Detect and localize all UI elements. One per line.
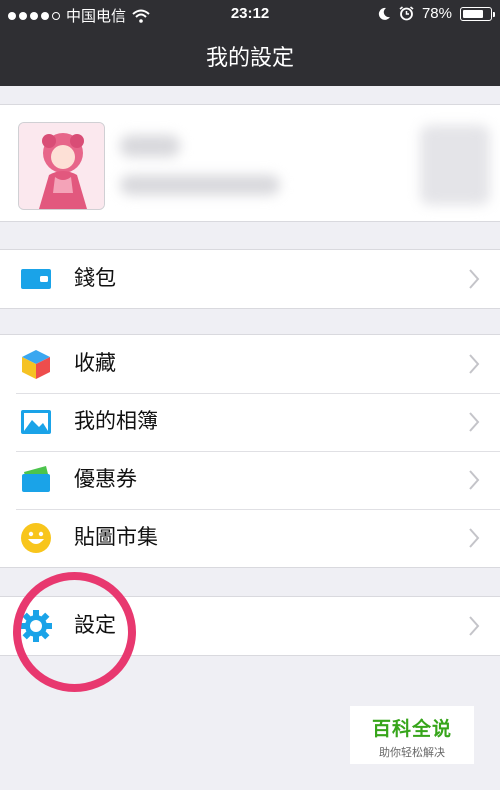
wallet-group: 錢包 <box>0 249 500 309</box>
chevron-right-icon <box>469 616 480 636</box>
row-label: 貼圖市集 <box>74 526 158 549</box>
watermark: 百科全说 助你轻松解决 <box>350 706 474 764</box>
row-label: 我的相簿 <box>74 410 158 433</box>
alarm-clock-icon <box>399 6 414 21</box>
row-favorites[interactable]: 收藏 <box>0 335 500 393</box>
favorites-cube-icon <box>22 350 50 379</box>
page-title: 我的設定 <box>205 45 294 70</box>
moon-icon <box>378 7 390 20</box>
row-label: 錢包 <box>74 267 116 290</box>
row-coupons[interactable]: 優惠券 <box>0 451 500 509</box>
row-label: 收藏 <box>74 352 116 375</box>
status-right: 78% <box>377 5 495 22</box>
row-album[interactable]: 我的相簿 <box>0 393 500 451</box>
watermark-title: 百科全说 <box>371 719 452 740</box>
album-image-icon <box>21 410 51 434</box>
battery-icon <box>460 6 495 21</box>
status-bar: 中国电信 23:12 78% <box>0 0 500 28</box>
features-group: 收藏 我的相簿 優惠券 貼圖市集 <box>0 334 500 568</box>
wallet-icon <box>21 269 51 289</box>
chevron-right-icon <box>469 354 480 374</box>
avatar-girl-illustration <box>19 123 104 209</box>
top-bar: 中国电信 23:12 78% 我的設定 <box>0 0 500 86</box>
row-label: 優惠券 <box>74 468 137 491</box>
chevron-right-icon <box>469 528 480 548</box>
watermark-subtitle: 助你轻松解决 <box>379 747 445 759</box>
profile-card[interactable] <box>0 104 500 222</box>
username-blurred <box>120 135 180 157</box>
chevron-right-icon <box>469 412 480 432</box>
chevron-right-icon <box>469 269 480 289</box>
smiley-sticker-icon <box>21 523 51 553</box>
highlight-circle <box>13 572 136 692</box>
coupon-icon <box>22 466 50 492</box>
row-wallet[interactable]: 錢包 <box>0 250 500 308</box>
userid-blurred <box>120 175 280 195</box>
avatar[interactable] <box>18 122 105 210</box>
battery-percent: 78% <box>421 5 452 22</box>
chevron-right-icon <box>469 470 480 490</box>
qrcode-blurred <box>420 125 490 205</box>
row-sticker-shop[interactable]: 貼圖市集 <box>0 509 500 567</box>
